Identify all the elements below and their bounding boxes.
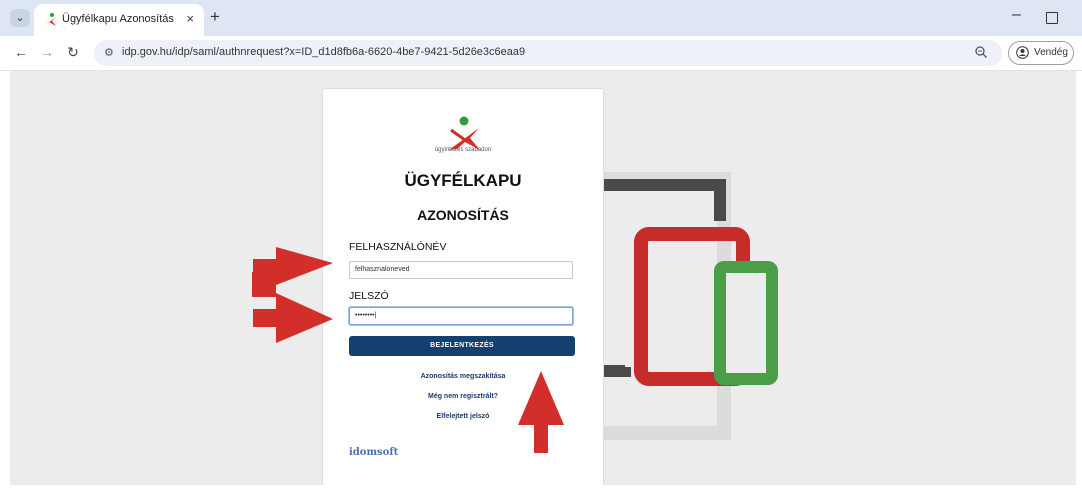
person-icon	[1016, 46, 1029, 59]
zoom-icon[interactable]	[974, 45, 988, 59]
browser-tab[interactable]: Ügyfélkapu Azonosítás ×	[34, 4, 204, 36]
url-text[interactable]: idp.gov.hu/idp/saml/authnrequest?x=ID_d1…	[122, 46, 525, 58]
tab-search-icon[interactable]: ⌄	[10, 9, 30, 27]
address-bar[interactable]: ⚙ idp.gov.hu/idp/saml/authnrequest?x=ID_…	[94, 40, 1002, 66]
site-info-icon[interactable]: ⚙	[104, 46, 114, 59]
annotation-arrows	[252, 247, 564, 453]
forward-icon[interactable]: →	[38, 44, 56, 60]
arrow-password-icon	[253, 293, 333, 343]
back-icon[interactable]: ←	[12, 44, 30, 60]
minimize-icon[interactable]: –	[1012, 6, 1021, 24]
profile-button[interactable]: Vendég	[1008, 41, 1074, 65]
close-tab-icon[interactable]: ×	[186, 11, 194, 26]
navigation-bar: ← → ↻ ⚙ idp.gov.hu/idp/saml/authnrequest…	[0, 36, 1082, 71]
arrow-join-shape	[252, 272, 276, 297]
tab-title: Ügyfélkapu Azonosítás	[62, 13, 174, 25]
reload-icon[interactable]: ↻	[64, 44, 82, 61]
new-tab-button[interactable]: +	[210, 7, 220, 27]
profile-label: Vendég	[1034, 47, 1068, 58]
ugyfelkapu-favicon-icon	[44, 13, 56, 26]
arrow-login-icon	[518, 371, 564, 453]
page-content: ügyintézés szabadon ÜGYFÉLKAPU AZONOSÍTÁ…	[10, 71, 1076, 485]
tab-strip: ⌄ Ügyfélkapu Azonosítás × + –	[0, 0, 1082, 36]
maximize-icon[interactable]	[1046, 12, 1058, 24]
